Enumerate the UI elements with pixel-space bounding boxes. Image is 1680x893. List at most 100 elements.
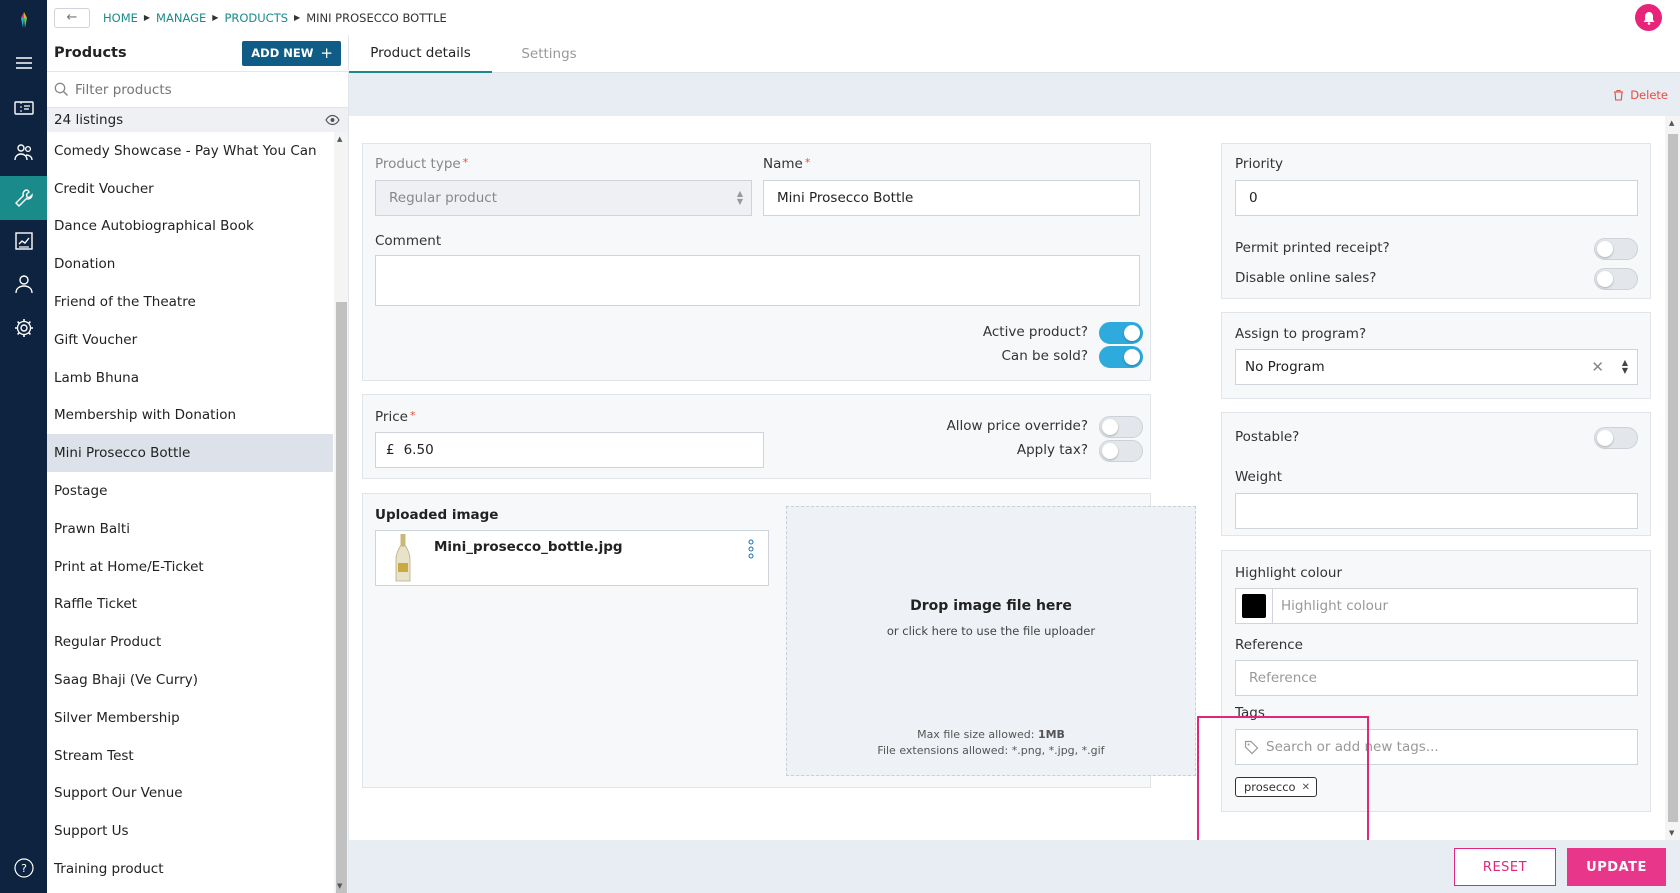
list-item[interactable]: Gift Voucher	[47, 321, 333, 359]
menu-icon[interactable]	[0, 43, 47, 83]
scrollbar-thumb[interactable]	[336, 302, 347, 893]
list-item-selected[interactable]: Mini Prosecco Bottle	[47, 434, 333, 473]
list-item[interactable]: Training product	[47, 850, 333, 888]
app-rail: ?	[0, 0, 47, 893]
breadcrumb-home[interactable]: HOME	[103, 11, 138, 25]
highlight-placeholder: Highlight colour	[1281, 598, 1389, 614]
arrow-left-icon: ←	[66, 10, 78, 25]
name-label: Name *	[763, 156, 811, 172]
permit-receipt-label: Permit printed receipt?	[1235, 240, 1390, 256]
list-scrollbar[interactable]: ▲ ▼	[334, 132, 348, 893]
allow-price-override-label: Allow price override?	[946, 418, 1088, 434]
weight-input[interactable]	[1235, 493, 1638, 529]
image-thumbnail	[376, 531, 430, 585]
breadcrumb-current: MINI PROSECCO BOTTLE	[306, 10, 447, 25]
allow-price-override-toggle[interactable]	[1099, 416, 1143, 438]
scroll-up-icon[interactable]: ▲	[337, 135, 342, 143]
select-arrows-icon: ▲ ▼	[1621, 358, 1628, 375]
list-item[interactable]: Print at Home/E-Ticket	[47, 548, 333, 586]
breadcrumb: HOME ▶ MANAGE ▶ PRODUCTS ▶ MINI PROSECCO…	[103, 11, 447, 25]
breadcrumb-products[interactable]: PRODUCTS	[224, 11, 288, 25]
listings-count: 24 listings	[54, 112, 124, 128]
products-panel: Products ADD NEW + 24 listings Comedy Sh…	[47, 35, 349, 893]
caret-right-icon: ▶	[143, 13, 151, 22]
comment-label: Comment	[375, 233, 442, 249]
clear-icon[interactable]: ✕	[1591, 358, 1604, 376]
top-bar: ← HOME ▶ MANAGE ▶ PRODUCTS ▶ MINI PROSEC…	[47, 0, 1680, 35]
price-input[interactable]: £ 6.50	[375, 432, 764, 468]
product-type-label: Product type *	[375, 156, 469, 172]
scroll-up-icon[interactable]: ▲	[1669, 119, 1674, 127]
list-item[interactable]: Saag Bhaji (Ve Curry)	[47, 661, 333, 699]
form-footer: RESET UPDATE	[349, 840, 1680, 893]
notifications-button[interactable]	[1635, 4, 1662, 31]
priority-input[interactable]: 0	[1235, 180, 1638, 216]
list-item[interactable]: Silver Membership	[47, 699, 333, 737]
tickets-icon[interactable]	[0, 88, 47, 128]
tab-settings[interactable]: Settings	[492, 35, 606, 73]
list-item[interactable]: Raffle Ticket	[47, 586, 333, 624]
add-new-button[interactable]: ADD NEW +	[242, 40, 341, 66]
drop-subtitle: or click here to use the file uploader	[886, 624, 1096, 638]
list-item[interactable]: Friend of the Theatre	[47, 283, 333, 321]
apply-tax-toggle[interactable]	[1099, 440, 1143, 462]
eye-icon[interactable]	[325, 114, 340, 126]
list-item[interactable]: Regular Product	[47, 623, 333, 661]
reset-button[interactable]: RESET	[1454, 848, 1556, 886]
can-be-sold-toggle[interactable]	[1099, 346, 1143, 368]
people-icon[interactable]	[0, 132, 47, 172]
select-arrows-icon: ▲ ▼	[736, 189, 743, 206]
active-product-label: Active product?	[982, 324, 1088, 340]
form-scrollbar[interactable]: ▲ ▼	[1665, 116, 1680, 840]
scroll-down-icon[interactable]: ▼	[337, 882, 342, 890]
back-button[interactable]: ←	[54, 7, 90, 28]
user-icon[interactable]	[0, 264, 47, 304]
image-dropzone[interactable]: Drop image file here or click here to us…	[786, 506, 1196, 776]
list-item[interactable]: Dance Autobiographical Book	[47, 208, 333, 246]
price-label: Price *	[375, 409, 416, 425]
filter-products-input[interactable]	[75, 81, 325, 98]
disable-online-toggle[interactable]	[1594, 268, 1638, 290]
update-button[interactable]: UPDATE	[1567, 848, 1666, 886]
list-item[interactable]: Support Our Venue	[47, 775, 333, 813]
scrollbar-thumb[interactable]	[1668, 134, 1678, 822]
name-input[interactable]: Mini Prosecco Bottle	[763, 180, 1140, 216]
colour-swatch[interactable]	[1236, 589, 1273, 623]
scroll-down-icon[interactable]: ▼	[1669, 829, 1674, 837]
list-item[interactable]: Postage	[47, 472, 333, 510]
currency-symbol: £	[386, 442, 395, 458]
list-item[interactable]: Credit Voucher	[47, 170, 333, 208]
plus-icon: +	[320, 44, 333, 62]
delete-button[interactable]: Delete	[1613, 88, 1668, 102]
permit-receipt-toggle[interactable]	[1594, 238, 1638, 260]
tab-product-details[interactable]: Product details	[349, 35, 492, 73]
priority-value: 0	[1249, 190, 1258, 206]
breadcrumb-manage[interactable]: MANAGE	[156, 11, 206, 25]
help-icon[interactable]: ?	[0, 848, 47, 888]
app-logo[interactable]	[0, 0, 47, 40]
wrench-icon[interactable]	[0, 176, 47, 220]
list-item[interactable]: Lamb Bhuna	[47, 359, 333, 397]
highlight-colour-input[interactable]: Highlight colour	[1235, 588, 1638, 624]
detail-tabs: Product details Settings	[349, 35, 1680, 73]
active-product-toggle[interactable]	[1099, 322, 1143, 344]
list-item[interactable]: Membership with Donation	[47, 397, 333, 435]
list-item[interactable]: Donation	[47, 245, 333, 283]
image-card: Uploaded image Mini_prosecco_bottle.jpg …	[362, 493, 1196, 788]
list-item[interactable]: Stream Test	[47, 737, 333, 775]
priority-card: Priority 0 Permit printed receipt? Disab…	[1221, 143, 1651, 299]
gear-icon[interactable]	[0, 308, 47, 348]
disable-online-label: Disable online sales?	[1235, 270, 1377, 286]
comment-textarea[interactable]	[375, 255, 1140, 306]
uploaded-image-item: Mini_prosecco_bottle.jpg	[375, 530, 769, 586]
list-item[interactable]: Comedy Showcase - Pay What You Can	[47, 132, 333, 170]
program-select[interactable]: No Program ✕ ▲ ▼	[1235, 349, 1638, 385]
reference-input[interactable]: Reference	[1235, 660, 1638, 696]
kebab-menu-icon[interactable]	[748, 539, 754, 559]
list-item[interactable]: Support Us	[47, 812, 333, 850]
list-item[interactable]: Prawn Balti	[47, 510, 333, 548]
reports-icon[interactable]	[0, 221, 47, 261]
postable-toggle[interactable]	[1594, 427, 1638, 449]
reference-placeholder: Reference	[1249, 670, 1317, 686]
colour-swatch-fill	[1242, 594, 1266, 618]
